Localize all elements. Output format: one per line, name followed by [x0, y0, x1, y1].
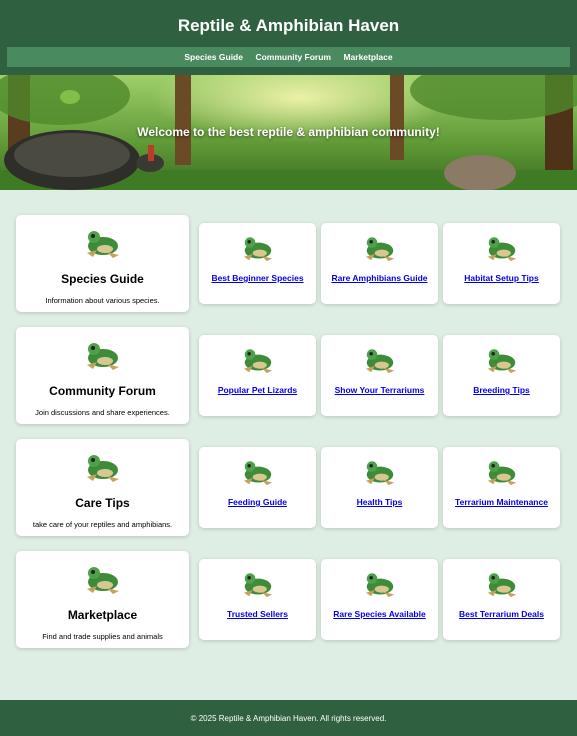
frog-icon — [240, 232, 276, 267]
link-trusted-sellers[interactable]: Trusted Sellers — [203, 609, 312, 620]
main-content: Species Guide Information about various … — [0, 190, 577, 700]
category-description: Join discussions and share experiences. — [35, 408, 170, 417]
category-description: take care of your reptiles and amphibian… — [32, 520, 173, 529]
category-title: Community Forum — [49, 384, 156, 398]
link-card: Terrarium Maintenance — [443, 447, 560, 528]
category-description: Find and trade supplies and animals — [42, 632, 163, 641]
site-header: Reptile & Amphibian Haven Species Guide … — [0, 0, 577, 75]
link-card: Trusted Sellers — [199, 559, 316, 640]
nav-marketplace[interactable]: Marketplace — [343, 47, 392, 67]
link-health-tips[interactable]: Health Tips — [325, 497, 434, 508]
link-rare-amphibians-guide[interactable]: Rare Amphibians Guide — [325, 273, 434, 284]
link-card: Habitat Setup Tips — [443, 223, 560, 304]
link-popular-pet-lizards[interactable]: Popular Pet Lizards — [203, 385, 312, 396]
frog-icon — [240, 344, 276, 379]
hero-banner: Welcome to the best reptile & amphibian … — [0, 75, 577, 190]
link-card: Popular Pet Lizards — [199, 335, 316, 416]
nav-community-forum[interactable]: Community Forum — [255, 47, 331, 67]
link-habitat-setup-tips[interactable]: Habitat Setup Tips — [447, 273, 556, 284]
link-best-terrarium-deals[interactable]: Best Terrarium Deals — [447, 609, 556, 620]
link-card: Best Beginner Species — [199, 223, 316, 304]
link-card: Rare Amphibians Guide — [321, 223, 438, 304]
link-show-your-terrariums[interactable]: Show Your Terrariums — [325, 385, 434, 396]
link-best-beginner-species[interactable]: Best Beginner Species — [203, 273, 312, 284]
category-card-care-tips: Care Tips take care of your reptiles and… — [16, 439, 189, 536]
frog-icon — [484, 344, 520, 379]
site-footer: © 2025 Reptile & Amphibian Haven. All ri… — [0, 700, 577, 736]
link-card: Feeding Guide — [199, 447, 316, 528]
link-card: Health Tips — [321, 447, 438, 528]
frog-icon — [362, 344, 398, 379]
frog-icon — [83, 225, 123, 264]
link-card: Breeding Tips — [443, 335, 560, 416]
link-terrarium-maintenance[interactable]: Terrarium Maintenance — [447, 497, 556, 508]
category-card-species-guide: Species Guide Information about various … — [16, 215, 189, 312]
link-rare-species-available[interactable]: Rare Species Available — [325, 609, 434, 620]
frog-icon — [484, 568, 520, 603]
frog-icon — [362, 232, 398, 267]
footer-copyright: © 2025 Reptile & Amphibian Haven. All ri… — [190, 714, 387, 723]
category-card-marketplace: Marketplace Find and trade supplies and … — [16, 551, 189, 648]
category-card-community-forum: Community Forum Join discussions and sha… — [16, 327, 189, 424]
main-nav: Species Guide Community Forum Marketplac… — [7, 47, 570, 67]
link-card: Rare Species Available — [321, 559, 438, 640]
frog-icon — [240, 568, 276, 603]
link-card: Best Terrarium Deals — [443, 559, 560, 640]
frog-icon — [83, 561, 123, 600]
frog-icon — [83, 449, 123, 488]
link-feeding-guide[interactable]: Feeding Guide — [203, 497, 312, 508]
frog-icon — [240, 456, 276, 491]
category-description: Information about various species. — [45, 296, 160, 305]
frog-icon — [484, 232, 520, 267]
link-card: Show Your Terrariums — [321, 335, 438, 416]
frog-icon — [484, 456, 520, 491]
frog-icon — [83, 337, 123, 376]
hero-welcome-text: Welcome to the best reptile & amphibian … — [137, 125, 440, 139]
site-title: Reptile & Amphibian Haven — [177, 16, 400, 35]
category-title: Care Tips — [75, 496, 130, 510]
category-title: Species Guide — [61, 272, 144, 286]
link-breeding-tips[interactable]: Breeding Tips — [447, 385, 556, 396]
category-title: Marketplace — [67, 608, 138, 622]
frog-icon — [362, 568, 398, 603]
frog-icon — [362, 456, 398, 491]
nav-species-guide[interactable]: Species Guide — [184, 47, 243, 67]
